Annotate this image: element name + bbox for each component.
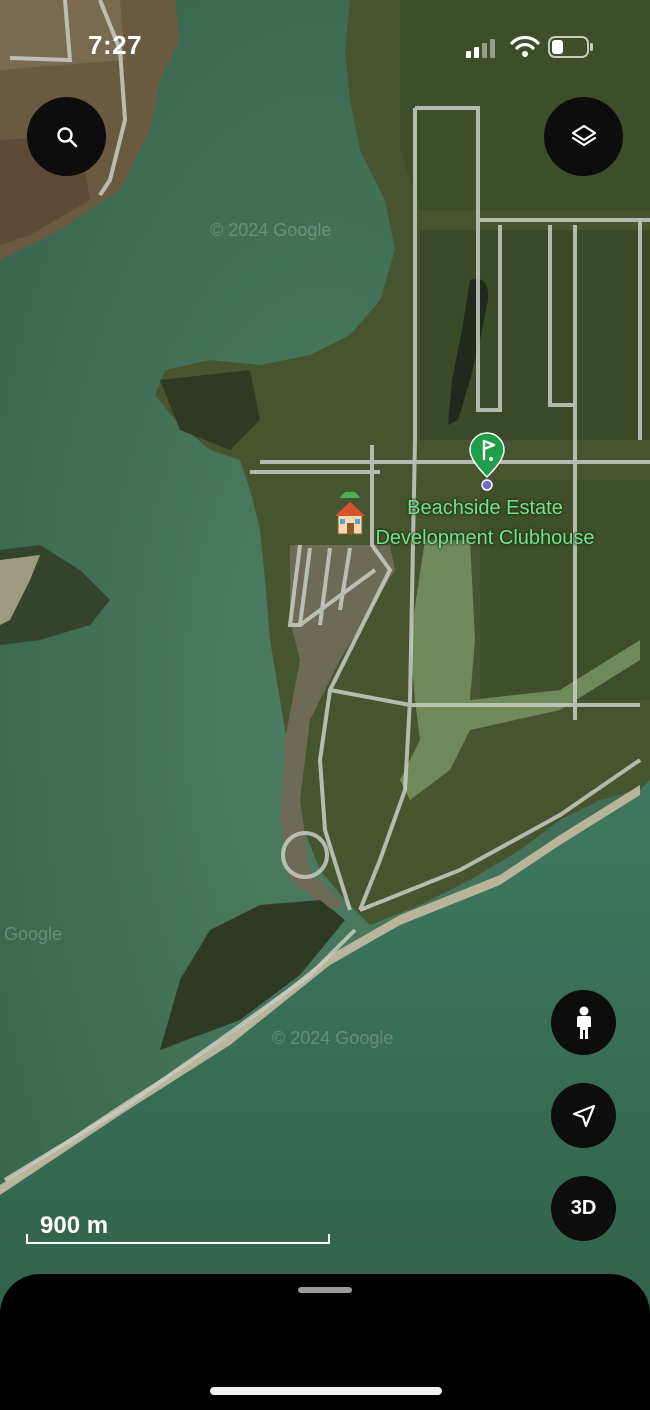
place-name-line2: Development Clubhouse [375,527,595,549]
layers-icon [571,124,596,146]
bottom-sheet[interactable] [0,1274,650,1410]
scale-bar [26,1234,330,1244]
three-d-label: 3D [570,1197,597,1219]
navigation-arrow-icon [572,1104,595,1127]
map-watermark: © 2024 Google [272,1028,393,1048]
home-indicator[interactable] [210,1387,442,1395]
place-label[interactable]: Beachside Estate Development Clubhouse [350,493,620,553]
battery-icon [548,36,593,58]
place-name-line1: Beachside Estate [407,497,563,519]
sheet-drag-handle[interactable] [298,1287,352,1293]
status-bar: 7:27 [0,0,650,90]
navigation-button[interactable] [551,1083,616,1148]
search-button[interactable] [27,97,106,176]
map-scale: 900 m [26,1212,332,1246]
street-view-button[interactable] [551,990,616,1055]
status-time: 7:27 [88,30,143,60]
three-d-button[interactable]: 3D [551,1176,616,1241]
map-watermark-short: Google [4,924,62,944]
map-watermark: © 2024 Google [210,220,331,240]
wifi-icon [510,35,540,57]
pegman-icon [576,1006,591,1039]
cellular-signal-icon [466,39,495,58]
layers-button[interactable] [544,97,623,176]
search-icon [56,126,77,147]
